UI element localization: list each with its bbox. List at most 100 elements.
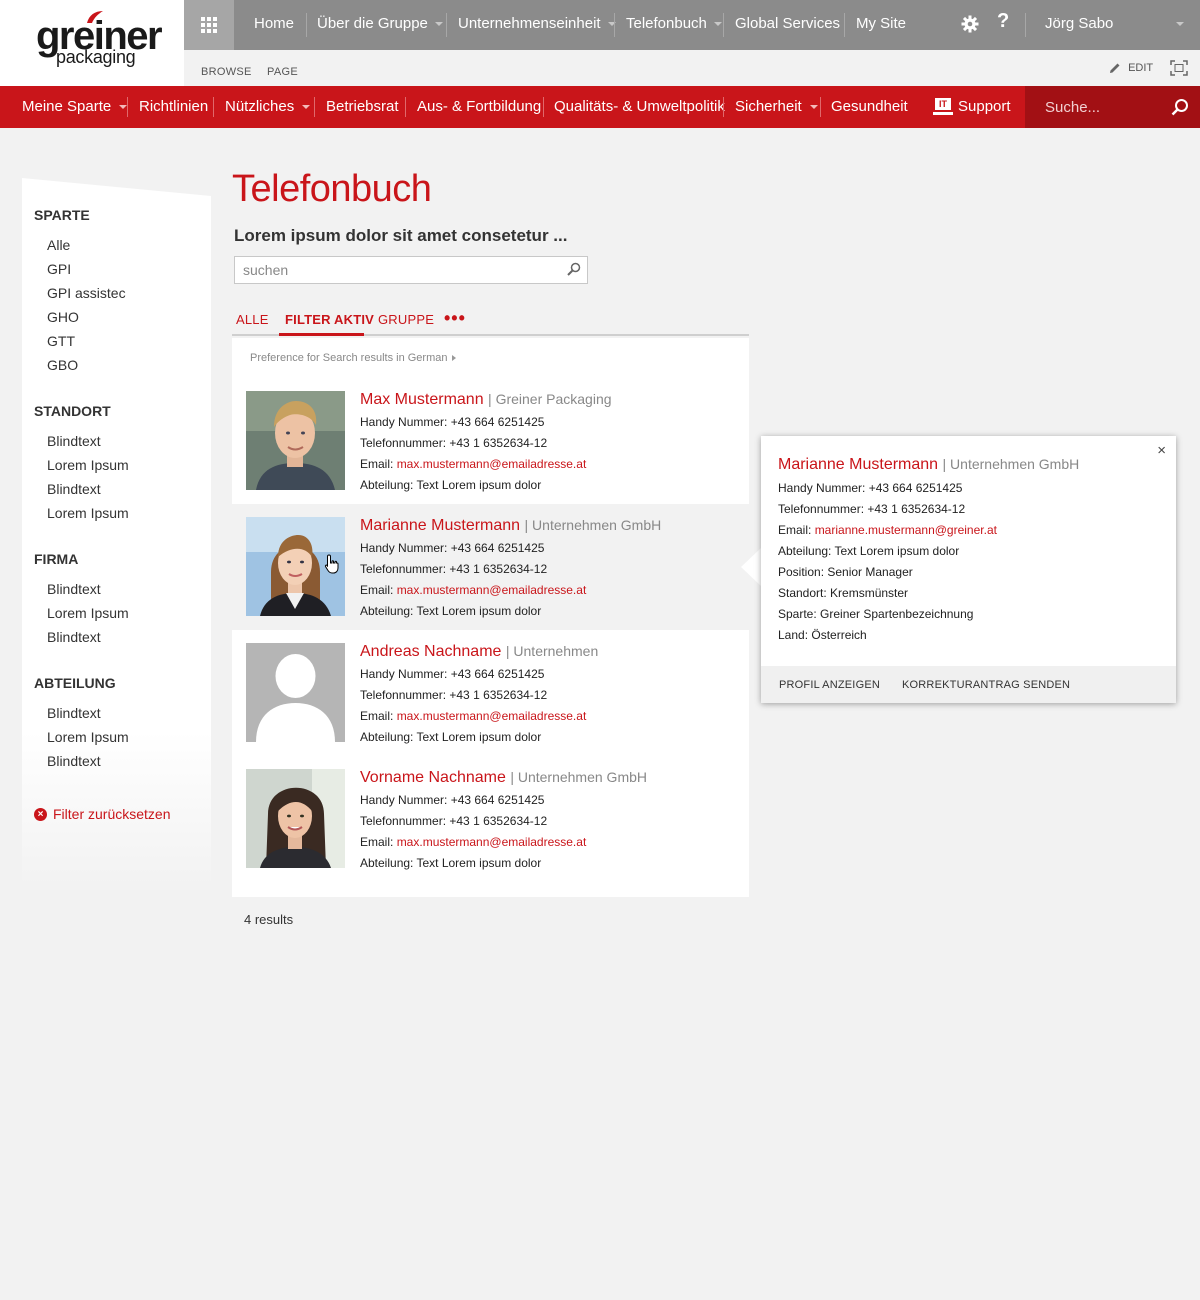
- suite-nav-unternehmenseinheit[interactable]: Unternehmenseinheit: [458, 0, 616, 50]
- person-name-text: Marianne Mustermann: [360, 517, 521, 534]
- person-name-text: Andreas Nachname: [360, 643, 502, 660]
- suite-nav-ueber-die-gruppe[interactable]: Über die Gruppe: [317, 0, 443, 50]
- filter-item[interactable]: Blindtext: [47, 481, 101, 497]
- suite-nav: Home Über die Gruppe Unternehmenseinheit…: [234, 0, 1200, 50]
- help-icon[interactable]: ?: [997, 10, 1009, 33]
- suite-nav-my-site[interactable]: My Site: [856, 0, 906, 50]
- email-label: Email:: [360, 709, 397, 723]
- settings-button[interactable]: [961, 15, 979, 38]
- gear-icon: [961, 15, 979, 33]
- filter-item[interactable]: Lorem Ipsum: [47, 457, 129, 473]
- email-link[interactable]: max.mustermann@emailadresse.at: [397, 835, 587, 849]
- filter-item[interactable]: Alle: [47, 237, 70, 253]
- result-card[interactable]: Vorname Nachname | Unternehmen GmbH Hand…: [232, 756, 749, 882]
- phonebook-search-input[interactable]: [235, 257, 555, 283]
- person-name[interactable]: Marianne Mustermann | Unternehmen GmbH: [360, 517, 661, 535]
- division: Sparte: Greiner Spartenbezeichnung: [778, 607, 974, 621]
- popup-person-name[interactable]: Marianne Mustermann | Unternehmen GmbH: [778, 456, 1079, 474]
- chevron-down-icon: [434, 22, 443, 27]
- avatar[interactable]: [246, 769, 345, 868]
- filter-group-title: FIRMA: [34, 551, 79, 567]
- nav-betriebsrat[interactable]: Betriebsrat: [326, 86, 399, 128]
- person-name-text: Marianne Mustermann: [778, 456, 939, 473]
- person-name[interactable]: Andreas Nachname | Unternehmen: [360, 643, 598, 661]
- it-badge: IT: [935, 98, 951, 111]
- nav-label: Sicherheit: [735, 98, 802, 115]
- divider: [127, 97, 128, 117]
- person-name[interactable]: Vorname Nachname | Unternehmen GmbH: [360, 769, 647, 787]
- email-line: Email: max.mustermann@emailadresse.at: [360, 457, 586, 471]
- main-navigation: Meine Sparte Richtlinien Nützliches Betr…: [0, 86, 1200, 128]
- nav-label: Nützliches: [225, 98, 295, 115]
- focus-content-button[interactable]: [1170, 60, 1188, 81]
- avatar-placeholder[interactable]: [246, 643, 345, 742]
- tab-filter-aktiv[interactable]: FILTER AKTIV: [285, 312, 374, 327]
- suite-nav-label: Unternehmenseinheit: [458, 15, 601, 32]
- suite-nav-telefonbuch[interactable]: Telefonbuch: [626, 0, 722, 50]
- logo[interactable]: greiner packaging: [0, 0, 184, 86]
- result-card[interactable]: Max Mustermann | Greiner Packaging Handy…: [232, 378, 749, 504]
- send-correction-button[interactable]: KORREKTURANTRAG SENDEN: [902, 679, 1070, 691]
- search-icon[interactable]: [1171, 98, 1189, 116]
- more-options-icon[interactable]: •••: [444, 308, 466, 329]
- divider: [314, 97, 315, 117]
- filter-item[interactable]: GBO: [47, 357, 78, 373]
- ribbon-tab-page[interactable]: PAGE: [267, 66, 298, 78]
- email-link[interactable]: max.mustermann@emailadresse.at: [397, 583, 587, 597]
- nav-nuetzliches[interactable]: Nützliches: [225, 86, 311, 128]
- nav-richtlinien[interactable]: Richtlinien: [139, 86, 208, 128]
- reset-filter-link[interactable]: × Filter zurücksetzen: [34, 806, 170, 822]
- ribbon-tab-browse[interactable]: BROWSE: [201, 66, 252, 78]
- email-link[interactable]: max.mustermann@emailadresse.at: [397, 457, 587, 471]
- person-photo-icon: [246, 769, 345, 868]
- nav-meine-sparte[interactable]: Meine Sparte: [22, 86, 128, 128]
- filter-item[interactable]: GPI: [47, 261, 71, 277]
- suite-nav-home[interactable]: Home: [254, 0, 294, 50]
- filter-item[interactable]: GHO: [47, 309, 79, 325]
- avatar[interactable]: [246, 391, 345, 490]
- filter-item[interactable]: GTT: [47, 333, 75, 349]
- nav-aus-fortbildung[interactable]: Aus- & Fortbildung: [417, 86, 541, 128]
- email-label: Email:: [360, 457, 397, 471]
- location: Standort: Kremsmünster: [778, 586, 909, 600]
- edit-button[interactable]: EDIT: [1109, 62, 1153, 74]
- filter-item[interactable]: Blindtext: [47, 753, 101, 769]
- divider: [614, 13, 615, 37]
- reset-filter-label: Filter zurücksetzen: [53, 806, 171, 822]
- filter-item[interactable]: Lorem Ipsum: [47, 729, 129, 745]
- filter-item[interactable]: GPI assistec: [47, 285, 126, 301]
- global-search-input[interactable]: [1025, 86, 1165, 128]
- suite-nav-global-services[interactable]: Global Services: [735, 0, 840, 50]
- support-link[interactable]: IT Support: [933, 86, 1011, 128]
- pencil-icon: [1110, 63, 1120, 74]
- search-icon[interactable]: [567, 262, 581, 276]
- phone-number: Telefonnummer: +43 1 6352634-12: [360, 436, 548, 450]
- nav-label: Meine Sparte: [22, 98, 112, 115]
- email-link[interactable]: marianne.mustermann@greiner.at: [815, 523, 997, 537]
- filter-group-title: ABTEILUNG: [34, 675, 116, 691]
- nav-sicherheit[interactable]: Sicherheit: [735, 86, 818, 128]
- filter-item[interactable]: Blindtext: [47, 705, 101, 721]
- person-name-text: Max Mustermann: [360, 391, 484, 408]
- view-profile-button[interactable]: PROFIL ANZEIGEN: [779, 679, 880, 691]
- filter-item[interactable]: Lorem Ipsum: [47, 505, 129, 521]
- filter-item[interactable]: Blindtext: [47, 433, 101, 449]
- close-icon[interactable]: ×: [1157, 442, 1166, 459]
- nav-qualitaets-umweltpolitik[interactable]: Qualitäts- & Umweltpolitik: [554, 86, 725, 128]
- tab-alle[interactable]: ALLE: [236, 312, 269, 327]
- filter-item[interactable]: Blindtext: [47, 629, 101, 645]
- filter-item[interactable]: Lorem Ipsum: [47, 605, 129, 621]
- search-preference-link[interactable]: Preference for Search results in German: [250, 352, 457, 364]
- user-menu[interactable]: Jörg Sabo: [1045, 0, 1113, 50]
- mobile-number: Handy Nummer: +43 664 6251425: [360, 415, 545, 429]
- person-name[interactable]: Max Mustermann | Greiner Packaging: [360, 391, 612, 409]
- result-card[interactable]: Marianne Mustermann | Unternehmen GmbH H…: [232, 504, 749, 630]
- email-link[interactable]: max.mustermann@emailadresse.at: [397, 709, 587, 723]
- chevron-down-icon[interactable]: [1176, 22, 1184, 26]
- divider: [543, 97, 544, 117]
- result-card[interactable]: Andreas Nachname | Unternehmen Handy Num…: [232, 630, 749, 756]
- tab-gruppe[interactable]: GRUPPE: [378, 312, 434, 327]
- nav-gesundheit[interactable]: Gesundheit: [831, 86, 908, 128]
- filter-item[interactable]: Blindtext: [47, 581, 101, 597]
- app-launcher-button[interactable]: [184, 0, 234, 50]
